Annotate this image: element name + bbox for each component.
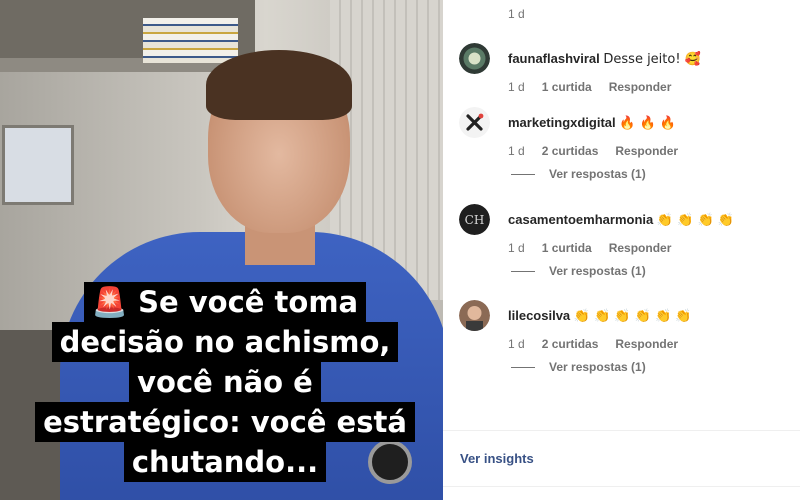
view-replies-label: Ver respostas (1)	[549, 360, 646, 374]
caption-line: chutando...	[123, 442, 327, 482]
comment-text: lilecosilva 👏 👏 👏 👏 👏 👏	[508, 308, 692, 324]
comments-panel: 1 d faunaflashviral Desse jeito! 🥰 1 d 1…	[443, 0, 800, 500]
comment-text: faunaflashviral Desse jeito! 🥰	[508, 51, 701, 67]
replies-dash	[511, 366, 535, 368]
comment-body: 🔥 🔥 🔥	[619, 116, 677, 131]
comment-time: 1 d	[508, 337, 525, 351]
comment-likes[interactable]: 1 curtida	[542, 80, 592, 94]
section-divider	[443, 430, 800, 431]
avatar[interactable]	[459, 107, 490, 138]
caption-line: decisão no achismo,	[51, 322, 399, 362]
comment-time: 1 d	[508, 80, 525, 94]
comment-likes[interactable]: 2 curtidas	[542, 337, 599, 351]
comment-time: 1 d	[508, 241, 525, 255]
comment-username[interactable]: faunaflashviral	[508, 51, 600, 66]
svg-text:CH: CH	[465, 213, 485, 227]
view-insights-link[interactable]: Ver insights	[460, 451, 534, 466]
caption-line: 🚨 Se você toma	[83, 282, 367, 322]
comment-text: marketingxdigital 🔥 🔥 🔥	[508, 115, 676, 131]
replies-dash	[511, 173, 535, 175]
view-replies-button[interactable]: Ver respostas (1)	[511, 264, 646, 278]
avatar[interactable]: CH	[459, 204, 490, 235]
comment-username[interactable]: casamentoemharmonia	[508, 212, 653, 227]
reply-button[interactable]: Responder	[609, 241, 672, 255]
book-stack	[143, 18, 238, 63]
comment-time: 1 d	[508, 144, 525, 158]
caption-line: estratégico: você está	[35, 402, 415, 442]
view-replies-button[interactable]: Ver respostas (1)	[511, 167, 646, 181]
comment-username[interactable]: lilecosilva	[508, 308, 570, 323]
comment-meta: 1 d 2 curtidas Responder	[508, 337, 678, 351]
comment-text: casamentoemharmonia 👏 👏 👏 👏	[508, 212, 734, 228]
wall-frame	[2, 125, 74, 205]
comment-likes[interactable]: 2 curtidas	[542, 144, 599, 158]
person-hair	[206, 50, 352, 120]
reply-button[interactable]: Responder	[615, 337, 678, 351]
avatar[interactable]	[459, 43, 490, 74]
comment-meta: 1 d 2 curtidas Responder	[508, 144, 678, 158]
view-replies-label: Ver respostas (1)	[549, 264, 646, 278]
view-replies-label: Ver respostas (1)	[549, 167, 646, 181]
video-player[interactable]: 🚨 Se você toma decisão no achismo, você …	[0, 0, 443, 500]
view-replies-button[interactable]: Ver respostas (1)	[511, 360, 646, 374]
comment-meta: 1 d 1 curtida Responder	[508, 80, 671, 94]
comment-likes[interactable]: 1 curtida	[542, 241, 592, 255]
replies-dash	[511, 270, 535, 272]
video-caption: 🚨 Se você toma decisão no achismo, você …	[30, 282, 420, 482]
comment-meta: 1 d 1 curtida Responder	[508, 241, 671, 255]
section-divider	[443, 486, 800, 487]
avatar[interactable]	[459, 300, 490, 331]
caption-line: você não é	[129, 362, 321, 402]
comment-body: 👏 👏 👏 👏	[656, 213, 735, 228]
reply-button[interactable]: Responder	[615, 144, 678, 158]
reply-button[interactable]: Responder	[609, 80, 672, 94]
comment-time: 1 d	[508, 7, 525, 21]
comment-body: 👏 👏 👏 👏 👏 👏	[573, 309, 692, 324]
comment-username[interactable]: marketingxdigital	[508, 115, 616, 130]
comment-body: Desse jeito! 🥰	[603, 52, 701, 67]
previous-comment-meta: 1 d	[508, 7, 525, 21]
